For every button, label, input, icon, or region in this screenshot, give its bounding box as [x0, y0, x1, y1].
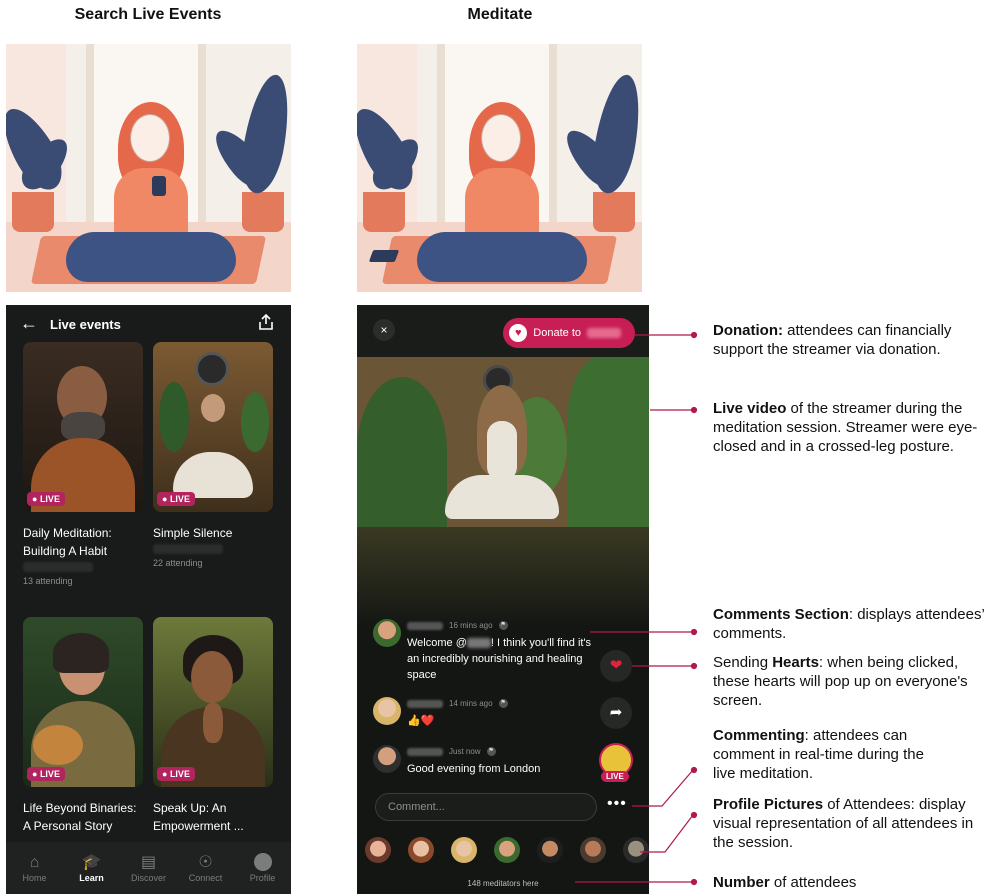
- nav-profile[interactable]: Profile: [238, 853, 288, 883]
- more-options-icon[interactable]: •••: [607, 795, 627, 813]
- event-title: Daily Meditation: Building A Habit: [23, 526, 112, 558]
- annotation-donation: Donation: attendees can financially supp…: [713, 322, 952, 358]
- comment-text: Welcome @! I think you'll find it's an i…: [407, 637, 592, 681]
- event-thumbnail: ● LIVE: [23, 617, 143, 787]
- avatar-icon: [253, 853, 272, 871]
- live-video: [357, 357, 649, 527]
- avatar[interactable]: [580, 837, 606, 863]
- avatar: [373, 745, 401, 773]
- meditate-live-screen: × ♥ Donate to 16 mins ago ⚑ Welcome @! I …: [357, 305, 649, 894]
- event-title: Speak Up: An Empowerment ...: [153, 801, 244, 833]
- comment-item: 14 mins ago ⚑ 👍❤️: [373, 697, 603, 733]
- flag-icon[interactable]: ⚑: [498, 699, 508, 708]
- event-card[interactable]: ● LIVE Simple Silence 22 attending: [153, 342, 273, 568]
- annotation-hearts: Sending Hearts: when being clicked, thes…: [713, 654, 968, 709]
- donate-label: Donate to: [533, 327, 581, 339]
- nav-connect[interactable]: ☉ Connect: [181, 853, 231, 883]
- event-host-blurred: [23, 562, 93, 572]
- event-card[interactable]: ● LIVE Speak Up: An Empowerment ...: [153, 617, 273, 835]
- nav-home[interactable]: ⌂ Home: [10, 853, 60, 883]
- live-badge: ● LIVE: [157, 492, 195, 506]
- heart-icon: ♥: [509, 324, 528, 342]
- comment-text: Good evening from London: [407, 763, 541, 775]
- avatar: [373, 697, 401, 725]
- comment-input[interactable]: Comment...: [375, 793, 597, 821]
- avatar[interactable]: [623, 837, 649, 863]
- live-events-screen: ← Live events ● LIVE Daily Meditation: B…: [6, 305, 291, 894]
- heading-search-live-events: Search Live Events: [74, 6, 222, 23]
- attendee-avatars: [365, 837, 649, 865]
- flag-icon[interactable]: ⚑: [498, 621, 508, 630]
- event-thumbnail: ● LIVE: [153, 342, 273, 512]
- nav-learn[interactable]: 🎓 Learn: [67, 853, 117, 883]
- attending-count: 22 attending: [153, 558, 203, 568]
- comment-item: Just now ⚑ Good evening from London: [373, 745, 603, 781]
- avatar[interactable]: [537, 837, 563, 863]
- bottom-navigation: ⌂ Home 🎓 Learn ▤ Discover ☉ Connect Prof…: [6, 842, 291, 894]
- donate-button[interactable]: ♥ Donate to: [503, 318, 635, 348]
- event-title: Life Beyond Binaries: A Personal Story: [23, 801, 137, 833]
- event-title: Simple Silence: [153, 526, 233, 540]
- share-button[interactable]: ➦: [600, 697, 632, 729]
- event-card[interactable]: ● LIVE Life Beyond Binaries: A Personal …: [23, 617, 143, 835]
- comment-text: 👍❤️: [407, 715, 435, 727]
- nav-discover[interactable]: ▤ Discover: [124, 853, 174, 883]
- illustration-woman-meditating: [357, 44, 642, 292]
- back-arrow-icon[interactable]: ←: [20, 313, 38, 334]
- avatar[interactable]: [451, 837, 477, 863]
- streamer-name-blurred: [587, 328, 621, 338]
- event-thumbnail: ● LIVE: [153, 617, 273, 787]
- event-card[interactable]: ● LIVE Daily Meditation: Building A Habi…: [23, 342, 143, 586]
- live-badge: ● LIVE: [157, 767, 195, 781]
- annotation-comments-section: Comments Section: displays attendees’ co…: [713, 606, 985, 642]
- page-title: Live events: [50, 317, 121, 332]
- meditators-count: 148 meditators here: [467, 879, 539, 888]
- live-events-header: ← Live events: [6, 311, 291, 339]
- comment-item: 16 mins ago ⚑ Welcome @! I think you'll f…: [373, 619, 603, 685]
- live-badge: LIVE: [601, 771, 629, 782]
- annotation-number: Number of attendees: [713, 874, 857, 891]
- share-icon[interactable]: [257, 313, 275, 331]
- attending-count: 13 attending: [23, 576, 73, 586]
- annotation-profile-pictures: Profile Pictures of Attendees: display v…: [713, 796, 974, 851]
- live-badge: ● LIVE: [27, 767, 65, 781]
- share-arrow-icon: ➦: [609, 704, 623, 721]
- avatar[interactable]: [365, 837, 391, 863]
- annotation-commenting: Commenting: attendees can comment in rea…: [713, 727, 924, 782]
- heart-icon: ❤: [609, 657, 623, 674]
- annotation-live-video: Live video of the streamer during the me…: [713, 400, 978, 455]
- flag-icon[interactable]: ⚑: [486, 747, 496, 756]
- stack-icon: ▤: [140, 854, 157, 871]
- video-fade: [357, 527, 649, 627]
- avatar: [373, 619, 401, 647]
- event-host-blurred: [153, 544, 223, 554]
- live-badge: ● LIVE: [27, 492, 65, 506]
- globe-icon: ☉: [198, 854, 213, 871]
- close-button[interactable]: ×: [373, 319, 395, 341]
- event-thumbnail: ● LIVE: [23, 342, 143, 512]
- home-icon: ⌂: [29, 854, 40, 871]
- heading-meditate: Meditate: [467, 6, 533, 23]
- illustration-woman-with-phone: [6, 44, 291, 292]
- send-heart-button[interactable]: ❤: [600, 650, 632, 682]
- graduation-cap-icon: 🎓: [81, 854, 102, 871]
- avatar[interactable]: [494, 837, 520, 863]
- avatar[interactable]: [408, 837, 434, 863]
